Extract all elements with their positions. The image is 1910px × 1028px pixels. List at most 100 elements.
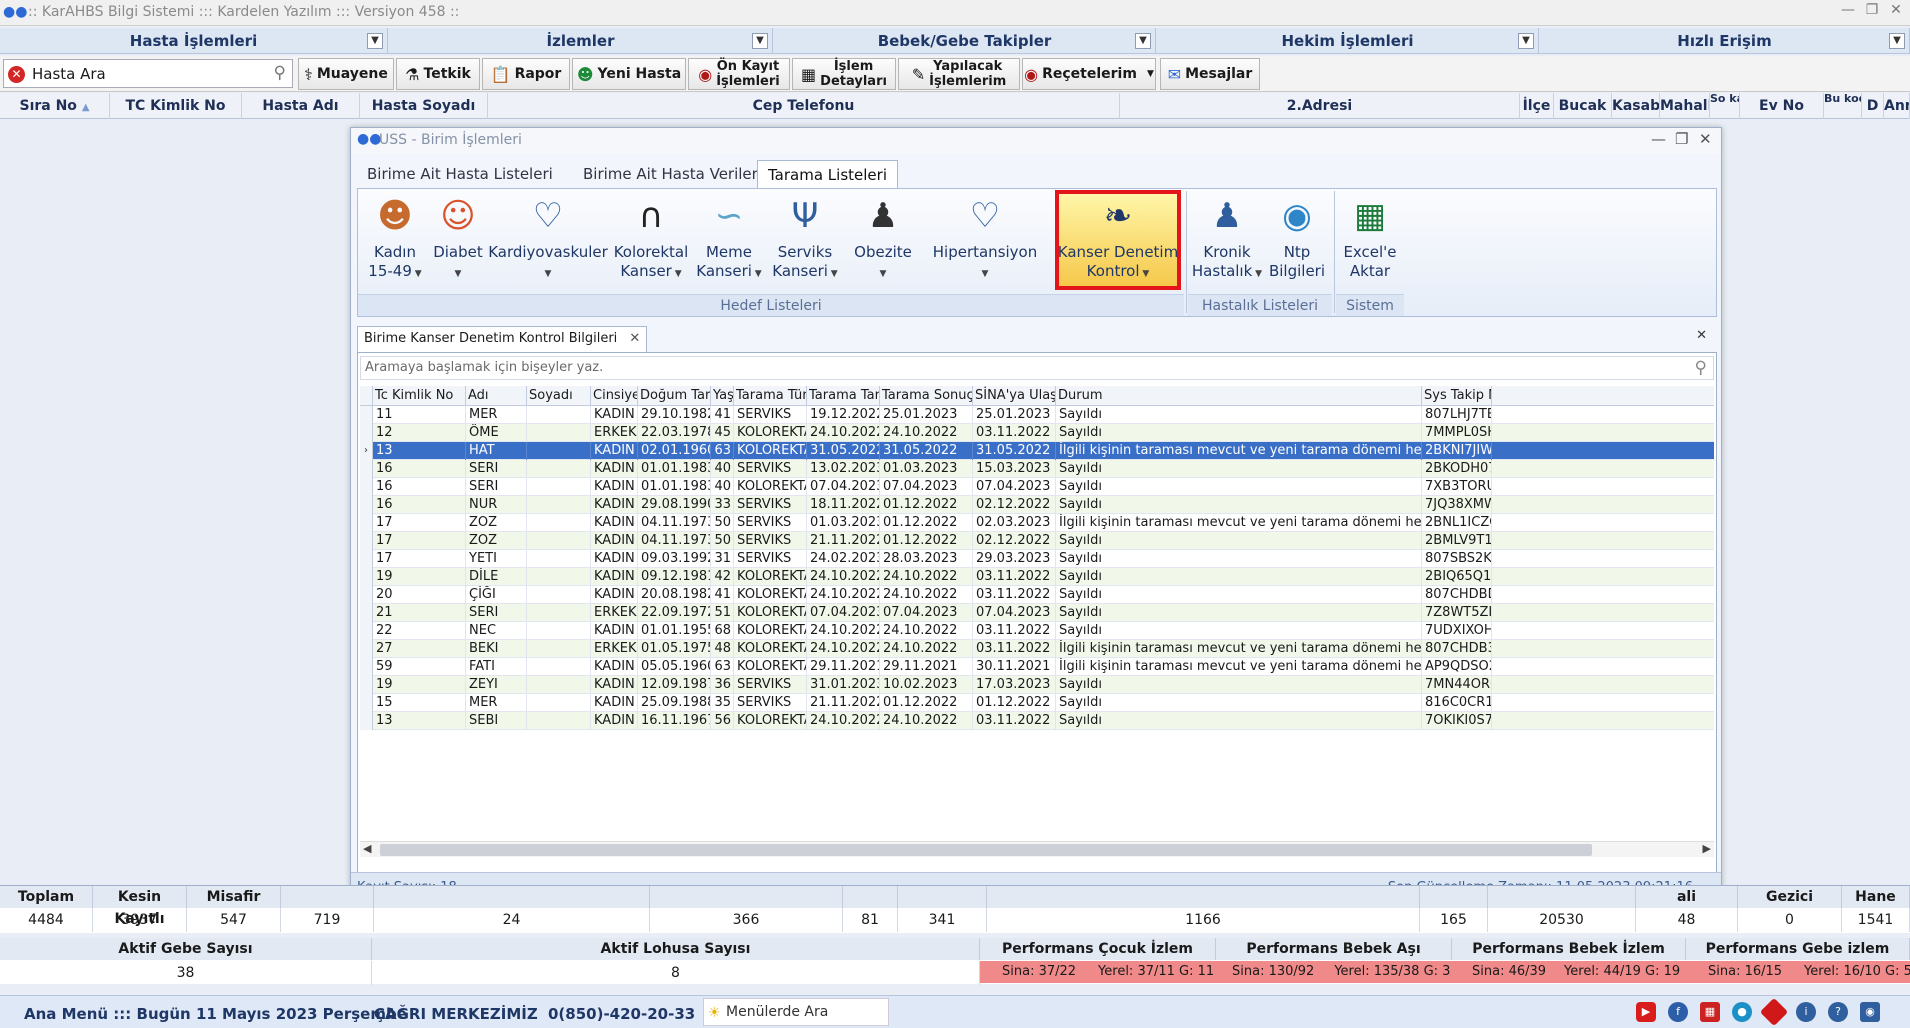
ribbon-diabet[interactable]: ☺ Diabet ▼ xyxy=(428,189,488,291)
grid-cell-cins[interactable]: ERKEK xyxy=(591,424,638,442)
grid-cell-ad[interactable]: ÖME xyxy=(466,424,527,442)
table-row[interactable]: 11 MER KADIN 29.10.1982 41 SERVIKS 19.12.2022 2… xyxy=(360,406,1714,424)
grid-cell-sys[interactable]: 7OKIKI0S75 xyxy=(1422,712,1492,730)
grid-cell-sonuc[interactable]: 24.10.2022 xyxy=(880,424,973,442)
row-indicator[interactable] xyxy=(360,424,373,442)
grid-cell-tur[interactable]: KOLOREKTAL xyxy=(734,424,807,442)
grid-cell-tur[interactable]: SERVIKS xyxy=(734,694,807,712)
grid-cell-sina[interactable]: 29.03.2023 xyxy=(973,550,1056,568)
grid-cell-yas[interactable]: 50 xyxy=(711,514,734,532)
menu-hekim-islemleri[interactable]: Hekim İşlemleri ▼ xyxy=(1157,28,1539,54)
grid-cell-cins[interactable]: KADIN xyxy=(591,712,638,730)
scroll-right-icon[interactable]: ▶ xyxy=(1703,842,1711,855)
row-indicator[interactable] xyxy=(360,478,373,496)
chevron-down-icon[interactable]: ▼ xyxy=(1889,33,1905,49)
grid-cell-soyad[interactable] xyxy=(527,640,591,658)
grid-cell-tarih[interactable]: 13.02.2023 xyxy=(807,460,880,478)
camera-icon[interactable]: ◉ xyxy=(1860,1002,1880,1022)
info-icon[interactable]: i xyxy=(1796,1002,1816,1022)
grid-cell-sina[interactable]: 02.12.2022 xyxy=(973,532,1056,550)
subpanel-tab[interactable]: Birime Kanser Denetim Kontrol Bilgileri … xyxy=(357,326,648,352)
grid-cell-dogum[interactable]: 09.12.1981 xyxy=(638,568,711,586)
grid-cell-soyad[interactable] xyxy=(527,460,591,478)
grid-cell-ad[interactable]: SERI xyxy=(466,604,527,622)
grid-cell-yas[interactable]: 35 xyxy=(711,694,734,712)
grid-cell-sys[interactable]: 7UDXIXOHY xyxy=(1422,622,1492,640)
grid-cell-dogum[interactable]: 04.11.1973 xyxy=(638,532,711,550)
row-indicator[interactable] xyxy=(360,694,373,712)
grid-cell-tur[interactable]: KOLOREKTAL xyxy=(734,604,807,622)
grid-cell-ad[interactable]: FATI xyxy=(466,658,527,676)
row-indicator[interactable]: › xyxy=(360,442,373,460)
grid-cell-ad[interactable]: ZOZ xyxy=(466,532,527,550)
grid-cell-ad[interactable]: SEBI xyxy=(466,712,527,730)
clear-icon[interactable]: ✕ xyxy=(8,66,25,83)
grid-cell-sys[interactable]: 2BKODH07N xyxy=(1422,460,1492,478)
menu-hizli-erisim[interactable]: Hızlı Erişim ▼ xyxy=(1540,28,1910,54)
grid-cell-dogum[interactable]: 29.10.1982 xyxy=(638,406,711,424)
grid-cell-sina[interactable]: 03.11.2022 xyxy=(973,424,1056,442)
grid-cell-dogum[interactable]: 22.09.1972 xyxy=(638,604,711,622)
grid-cell-cins[interactable]: KADIN xyxy=(591,568,638,586)
facebook-icon[interactable]: f xyxy=(1668,1002,1688,1022)
grid-cell-sonuc[interactable]: 24.10.2022 xyxy=(880,622,973,640)
close-icon[interactable]: ✕ xyxy=(1696,328,1707,343)
grid-col-header[interactable]: Tc Kimlik No xyxy=(373,386,466,406)
col-cep-telefonu[interactable]: Cep Telefonu xyxy=(488,93,1120,119)
col-sokak[interactable]: So ka xyxy=(1710,93,1740,119)
grid-cell-tur[interactable]: SERVIKS xyxy=(734,514,807,532)
grid-cell-durum[interactable]: Sayıldı xyxy=(1056,460,1422,478)
diamond-icon[interactable] xyxy=(1759,997,1789,1027)
row-indicator[interactable] xyxy=(360,550,373,568)
grid-cell-sina[interactable]: 31.05.2022 xyxy=(973,442,1056,460)
document-icon[interactable]: ▦ xyxy=(1700,1002,1720,1022)
table-row[interactable]: 19 ZEYI KADIN 12.09.1987 36 SERVIKS 31.01.2023… xyxy=(360,676,1714,694)
grid-cell-tc[interactable]: 21 xyxy=(373,604,466,622)
grid-cell-soyad[interactable] xyxy=(527,424,591,442)
grid-cell-ad[interactable]: NUR xyxy=(466,496,527,514)
grid-cell-tarih[interactable]: 19.12.2022 xyxy=(807,406,880,424)
grid-cell-durum[interactable]: İlgili kişinin taraması mevcut ve yeni t… xyxy=(1056,442,1422,460)
grid-cell-ad[interactable]: YETI xyxy=(466,550,527,568)
grid-cell-cins[interactable]: KADIN xyxy=(591,406,638,424)
grid-cell-dogum[interactable]: 04.11.1973 xyxy=(638,514,711,532)
grid-cell-cins[interactable]: KADIN xyxy=(591,622,638,640)
col-ev-no[interactable]: Ev No xyxy=(1740,93,1824,119)
close-icon[interactable]: ✕ xyxy=(1884,2,1908,18)
grid-cell-soyad[interactable] xyxy=(527,694,591,712)
grid-cell-sys[interactable]: 7MMPL0SHD xyxy=(1422,424,1492,442)
col-mahalle[interactable]: Mahall xyxy=(1660,93,1710,119)
grid-cell-tc[interactable]: 17 xyxy=(373,514,466,532)
grid-cell-soyad[interactable] xyxy=(527,496,591,514)
grid-cell-tc[interactable]: 16 xyxy=(373,460,466,478)
grid-cell-yas[interactable]: 33 xyxy=(711,496,734,514)
grid-cell-yas[interactable]: 63 xyxy=(711,442,734,460)
grid-cell-tarih[interactable]: 24.10.2022 xyxy=(807,622,880,640)
grid-cell-sonuc[interactable]: 01.12.2022 xyxy=(880,532,973,550)
grid-cell-sonuc[interactable]: 07.04.2023 xyxy=(880,478,973,496)
patient-search-input[interactable]: ✕ Hasta Ara ⚲ xyxy=(3,59,293,88)
chevron-down-icon[interactable]: ▼ xyxy=(1518,33,1534,49)
grid-cell-sys[interactable]: 807CHDB3M xyxy=(1422,640,1492,658)
ribbon-kanser-denetim-kontrol[interactable]: ❧ Kanser Denetim Kontrol ▼ xyxy=(1055,189,1181,291)
grid-cell-sina[interactable]: 07.04.2023 xyxy=(973,478,1056,496)
grid-cell-dogum[interactable]: 01.01.1983 xyxy=(638,478,711,496)
grid-cell-sina[interactable]: 07.04.2023 xyxy=(973,604,1056,622)
grid-cell-tc[interactable]: 12 xyxy=(373,424,466,442)
grid-cell-soyad[interactable] xyxy=(527,442,591,460)
grid-cell-sys[interactable]: 807LHJ7TBT xyxy=(1422,406,1492,424)
table-row[interactable]: 17 YETI KADIN 09.03.1992 31 SERVIKS 24.02.2023… xyxy=(360,550,1714,568)
grid-col-header[interactable]: Tarama Türü xyxy=(734,386,807,406)
grid-cell-ad[interactable]: DİLE xyxy=(466,568,527,586)
grid-cell-sina[interactable]: 02.03.2023 xyxy=(973,514,1056,532)
grid-col-header[interactable]: SİNA'ya Ulaşma xyxy=(973,386,1056,406)
grid-cell-tarih[interactable]: 24.10.2022 xyxy=(807,568,880,586)
grid-cell-sonuc[interactable]: 31.05.2022 xyxy=(880,442,973,460)
grid-cell-yas[interactable]: 63 xyxy=(711,658,734,676)
grid-cell-ad[interactable]: ZEYI xyxy=(466,676,527,694)
grid-cell-sonuc[interactable]: 01.12.2022 xyxy=(880,514,973,532)
chat-icon[interactable]: ● xyxy=(1732,1002,1752,1022)
grid-cell-tc[interactable]: 19 xyxy=(373,568,466,586)
close-icon[interactable]: ✕ xyxy=(1699,130,1712,148)
muayene-button[interactable]: ⚕ Muayene xyxy=(298,58,394,90)
